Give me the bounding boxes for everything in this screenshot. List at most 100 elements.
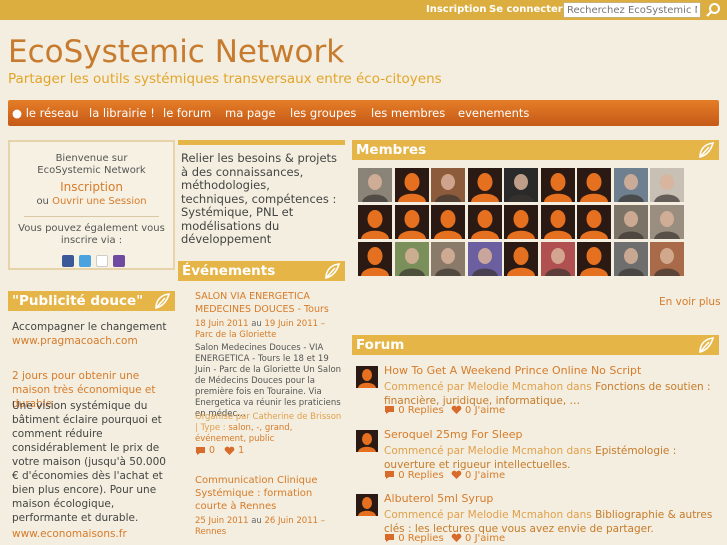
event-date-from: 18 Juin 2011 bbox=[195, 319, 249, 329]
welcome-signup-link[interactable]: Inscription bbox=[10, 180, 173, 194]
event-date-to: 26 Juin 2011 bbox=[264, 516, 319, 526]
nav-item-ma-page[interactable]: ma page bbox=[225, 106, 276, 120]
heart-icon[interactable] bbox=[451, 470, 462, 480]
event-type-label: | Type : bbox=[195, 423, 226, 433]
member-avatar[interactable] bbox=[577, 205, 611, 239]
open-session-link[interactable]: Ouvrir une Session bbox=[52, 196, 146, 207]
nav-item-evenements[interactable]: evenements bbox=[458, 106, 529, 120]
member-avatar[interactable] bbox=[431, 168, 465, 202]
member-avatar[interactable] bbox=[467, 168, 502, 202]
google-icon[interactable] bbox=[96, 255, 108, 267]
nav-item-reseau[interactable]: ● le réseau bbox=[12, 106, 79, 120]
member-avatar[interactable] bbox=[540, 242, 575, 276]
comment-icon bbox=[196, 446, 205, 455]
mid-top-strip bbox=[178, 140, 345, 145]
member-avatar[interactable] bbox=[358, 205, 392, 239]
forum-topic-counts: 0 Replies 0 J'aime bbox=[384, 470, 505, 481]
forum-heading-text: Forum bbox=[356, 337, 405, 353]
event-like-count: 1 bbox=[238, 445, 245, 456]
nav-item-membres[interactable]: les membres bbox=[371, 106, 445, 120]
welcome-line: Bienvenue sur bbox=[55, 153, 128, 164]
heart-icon[interactable] bbox=[451, 533, 462, 543]
member-avatar[interactable] bbox=[394, 168, 429, 202]
event-counts: 0 1 bbox=[195, 445, 244, 456]
search-input[interactable] bbox=[563, 2, 701, 18]
topic-author[interactable]: Melodie Mcmahon bbox=[468, 381, 563, 393]
leaf-icon bbox=[325, 263, 341, 280]
also-line-1: Vous pouvez également vous bbox=[18, 223, 165, 234]
member-avatar[interactable] bbox=[394, 205, 429, 239]
member-avatar[interactable] bbox=[431, 205, 465, 239]
nav-item-librairie[interactable]: la librairie ! bbox=[89, 106, 155, 120]
event-date-sep: au bbox=[251, 319, 262, 329]
member-avatar[interactable] bbox=[358, 168, 392, 202]
topic-author[interactable]: Melodie Mcmahon bbox=[468, 445, 563, 457]
forum-topic-meta: Commencé par Melodie Mcmahon dans Foncti… bbox=[384, 380, 714, 408]
like-count: 0 bbox=[465, 470, 472, 481]
forum-topic-title[interactable]: Seroquel 25mg For Sleep bbox=[384, 428, 522, 441]
pub-link-2[interactable]: www.economaisons.fr bbox=[12, 527, 172, 541]
member-avatar[interactable] bbox=[467, 205, 502, 239]
reply-count: 0 bbox=[398, 405, 405, 416]
event-date-sep: au bbox=[251, 516, 262, 526]
heart-icon[interactable] bbox=[451, 405, 462, 415]
member-avatar[interactable] bbox=[650, 205, 684, 239]
member-avatar[interactable] bbox=[650, 242, 684, 276]
login-link[interactable]: Se connecter bbox=[489, 4, 563, 15]
like-count: 0 bbox=[465, 533, 472, 544]
forum-topic-title[interactable]: Albuterol 5ml Syrup bbox=[384, 492, 493, 505]
member-avatar[interactable] bbox=[504, 205, 538, 239]
forum-heading: Forum bbox=[352, 335, 719, 355]
member-avatar[interactable] bbox=[394, 242, 429, 276]
heart-icon[interactable] bbox=[224, 446, 235, 456]
members-heading: Membres bbox=[352, 140, 719, 160]
member-avatar[interactable] bbox=[540, 168, 575, 202]
avatar[interactable] bbox=[356, 494, 378, 516]
like-label: J'aime bbox=[474, 405, 506, 416]
forum-topic-counts: 0 Replies 0 J'aime bbox=[384, 533, 505, 544]
signup-link[interactable]: Inscription bbox=[426, 4, 486, 15]
forum-topic-meta: Commencé par Melodie Mcmahon dans Biblio… bbox=[384, 508, 714, 536]
avatar[interactable] bbox=[356, 430, 378, 452]
see-more-members-link[interactable]: En voir plus bbox=[659, 296, 721, 308]
member-avatar[interactable] bbox=[540, 205, 575, 239]
in-label: dans bbox=[566, 381, 592, 393]
started-by-label: Commencé par bbox=[384, 381, 465, 393]
nav-item-forum[interactable]: le forum bbox=[163, 106, 211, 120]
like-count: 0 bbox=[465, 405, 472, 416]
event-date-to: 19 Juin 2011 bbox=[264, 319, 319, 329]
group-description: Relier les besoins & projets à des conna… bbox=[181, 151, 338, 246]
member-avatar[interactable] bbox=[613, 205, 648, 239]
member-avatar[interactable] bbox=[650, 168, 684, 202]
twitter-icon[interactable] bbox=[79, 255, 91, 267]
event-date: 25 Juin 2011 au 26 Juin 2011 – Rennes bbox=[195, 516, 345, 538]
member-avatar[interactable] bbox=[577, 168, 611, 202]
member-avatar[interactable] bbox=[613, 242, 648, 276]
pub-body-2: Une vision systémique du bâtiment éclair… bbox=[12, 400, 166, 524]
yahoo-icon[interactable] bbox=[113, 255, 125, 267]
member-avatar[interactable] bbox=[358, 242, 392, 276]
event-title[interactable]: Communication Clinique Systémique : form… bbox=[195, 474, 345, 513]
member-avatar[interactable] bbox=[467, 242, 502, 276]
forum-topic-meta: Commencé par Melodie Mcmahon dans Episté… bbox=[384, 444, 714, 472]
event-organizer[interactable]: Organisé par Catherine de Brisson bbox=[195, 412, 341, 422]
search-icon[interactable] bbox=[705, 2, 721, 18]
pub-link-1[interactable]: www.pragmacoach.com bbox=[12, 334, 172, 348]
started-by-label: Commencé par bbox=[384, 445, 465, 457]
member-avatar[interactable] bbox=[431, 242, 465, 276]
member-avatar[interactable] bbox=[504, 168, 538, 202]
avatar[interactable] bbox=[356, 366, 378, 388]
nav-item-groupes[interactable]: les groupes bbox=[290, 106, 356, 120]
event-title[interactable]: SALON VIA ENERGETICA MEDECINES DOUCES - … bbox=[195, 290, 345, 316]
member-avatar[interactable] bbox=[504, 242, 538, 276]
forum-topic-title[interactable]: How To Get A Weekend Prince Online No Sc… bbox=[384, 364, 641, 377]
topic-author[interactable]: Melodie Mcmahon bbox=[468, 509, 563, 521]
site-title[interactable]: EcoSystemic Network bbox=[8, 34, 344, 70]
event-comment-count: 0 bbox=[209, 445, 216, 456]
member-avatar[interactable] bbox=[613, 168, 648, 202]
member-avatar[interactable] bbox=[577, 242, 611, 276]
also-line-2: inscrire via : bbox=[60, 235, 123, 246]
facebook-icon[interactable] bbox=[62, 255, 74, 267]
events-heading-text: Événements bbox=[182, 263, 276, 279]
like-label: J'aime bbox=[474, 470, 506, 481]
